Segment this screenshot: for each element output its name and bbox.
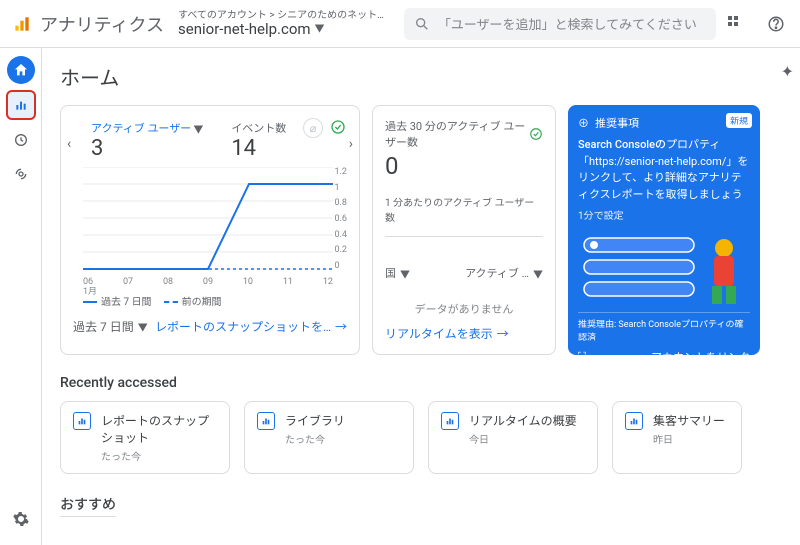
line-chart: 1.210.80.60.40.20 06070809101112 1月: [83, 167, 333, 287]
recent-title: Recently accessed: [60, 375, 782, 391]
check-icon: [528, 125, 543, 143]
x-axis: 06070809101112: [83, 277, 333, 287]
chart-legend: 過去 7 日間 前の期間: [83, 293, 347, 308]
recommendation-text: Search Consoleのプロパティ 「https://senior-net…: [578, 137, 750, 203]
nav-advertising[interactable]: [7, 160, 35, 188]
realtime-card: 過去 30 分のアクティブ ユーザー数 0 1 分あたりのアクティブ ユーザー数…: [372, 105, 556, 355]
apps-icon[interactable]: [724, 12, 748, 36]
nav-home[interactable]: [7, 56, 35, 84]
nav-explore[interactable]: [7, 126, 35, 154]
chevron-down-icon: ▼: [193, 121, 203, 136]
report-icon: [625, 412, 643, 430]
illustration-icon: [574, 228, 754, 308]
y-axis: 1.210.80.60.40.20: [335, 167, 348, 271]
search-input[interactable]: 「ユーザーを追加」と検索してみてください: [404, 8, 716, 40]
recent-item[interactable]: 集客サマリー昨日: [612, 401, 742, 474]
suggest-title: おすすめ: [60, 494, 116, 517]
nav-reports[interactable]: [6, 90, 36, 120]
check-icon: [329, 118, 347, 136]
new-badge: 新規: [726, 113, 752, 128]
prev-arrow[interactable]: ‹: [67, 136, 71, 152]
next-arrow[interactable]: ›: [349, 136, 353, 152]
expand-icon[interactable]: ⛶: [578, 350, 586, 364]
side-nav: [0, 48, 42, 545]
analytics-logo-icon: [12, 14, 32, 34]
recent-list: レポートのスナップショットたった今 ライブラリたった今 リアルタイムの概要今日 …: [60, 401, 782, 474]
property-name: senior-net-help.com▼: [178, 21, 384, 38]
snapshot-link[interactable]: レポートのスナップショットを…→: [155, 318, 347, 335]
main-content: ✦ ホーム ‹ › アクティブ ユーザー ▼ 3 イベント数 14: [42, 48, 800, 545]
nav-admin[interactable]: [7, 505, 35, 533]
realtime-value: 0: [385, 152, 543, 180]
no-data-text: データがありません: [385, 301, 543, 317]
report-icon: [257, 412, 275, 430]
insights-icon[interactable]: ✦: [781, 62, 794, 81]
recent-item[interactable]: ライブラリたった今: [244, 401, 414, 474]
overview-card: ‹ › アクティブ ユーザー ▼ 3 イベント数 14 ⌀: [60, 105, 360, 355]
plus-icon: ⊕: [578, 115, 589, 131]
report-icon: [441, 412, 459, 430]
report-icon: [73, 412, 91, 430]
recommendation-card: ⊕推奨事項 新規 Search Consoleのプロパティ 「https://s…: [568, 105, 760, 355]
search-icon: [414, 16, 430, 32]
recent-item[interactable]: リアルタイムの概要今日: [428, 401, 598, 474]
link-account-button[interactable]: アカウントをリンク: [651, 349, 750, 365]
realtime-link[interactable]: リアルタイムを表示 →: [385, 325, 543, 342]
account-selector[interactable]: すべてのアカウント > シニアのためのネット… senior-net-help.…: [178, 10, 384, 38]
metric-events[interactable]: イベント数 14: [231, 120, 286, 161]
help-icon[interactable]: [764, 12, 788, 36]
app-title: アナリティクス: [40, 11, 164, 37]
recent-item[interactable]: レポートのスナップショットたった今: [60, 401, 230, 474]
metric-active-users[interactable]: アクティブ ユーザー ▼ 3: [91, 120, 203, 161]
topbar: アナリティクス すべてのアカウント > シニアのためのネット… senior-n…: [0, 0, 800, 48]
page-title: ホーム: [60, 62, 782, 91]
country-dropdown[interactable]: 国 ▼: [385, 265, 410, 281]
anomaly-icon[interactable]: ⌀: [303, 118, 323, 138]
active-dropdown[interactable]: アクティブ … ▼: [465, 265, 543, 281]
period-dropdown[interactable]: 過去 7 日間▼: [73, 318, 148, 335]
chevron-down-icon: ▼: [315, 24, 325, 35]
search-placeholder: 「ユーザーを追加」と検索してみてください: [438, 14, 697, 33]
